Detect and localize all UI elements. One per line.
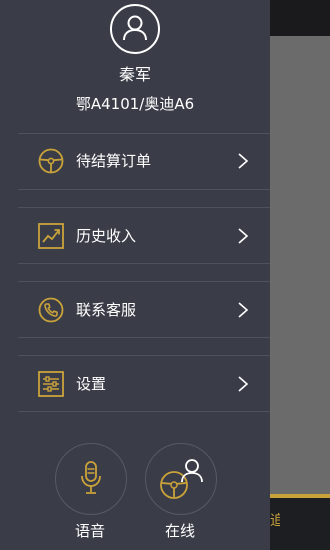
background-tab-label[interactable]: 追 xyxy=(270,513,280,529)
chevron-right-icon xyxy=(238,302,249,318)
menu-label: 设置 xyxy=(76,375,107,393)
voice-button[interactable] xyxy=(55,443,127,515)
avatar[interactable] xyxy=(110,4,160,54)
menu-item-settings[interactable]: 设置 xyxy=(0,356,270,412)
menu-item-pending-orders[interactable]: 待结算订单 xyxy=(0,133,270,189)
online-button[interactable] xyxy=(145,443,217,515)
driver-online-icon xyxy=(160,459,203,499)
menu-item-contact-service[interactable]: 联系客服 xyxy=(0,282,270,338)
menu-label: 历史收入 xyxy=(76,227,137,245)
phone-icon xyxy=(38,297,64,323)
chevron-right-icon xyxy=(238,376,249,392)
driver-name: 秦军 xyxy=(118,65,151,84)
divider xyxy=(18,337,270,338)
chevron-right-icon xyxy=(238,153,249,169)
steering-wheel-icon xyxy=(38,148,64,174)
settings-sliders-icon xyxy=(38,371,64,397)
divider xyxy=(18,263,270,264)
trend-chart-icon xyxy=(38,223,64,249)
menu-item-history-income[interactable]: 历史收入 xyxy=(0,208,270,264)
menu-label: 待结算订单 xyxy=(76,152,152,170)
vehicle-plate: 鄂A4101/奥迪A6 xyxy=(75,95,195,113)
microphone-icon xyxy=(81,461,101,494)
chevron-right-icon xyxy=(238,228,249,244)
divider xyxy=(18,411,270,412)
background-map-area xyxy=(270,36,330,494)
online-label: 在线 xyxy=(164,522,195,540)
background-header xyxy=(270,0,330,36)
voice-label: 语音 xyxy=(74,522,105,540)
divider xyxy=(18,189,270,190)
navigation-drawer: 秦军 鄂A4101/奥迪A6 待结算订单 历史收入 联系客服 设置 语音 在线 xyxy=(0,0,270,550)
menu-label: 联系客服 xyxy=(76,301,137,319)
user-icon xyxy=(123,15,147,41)
